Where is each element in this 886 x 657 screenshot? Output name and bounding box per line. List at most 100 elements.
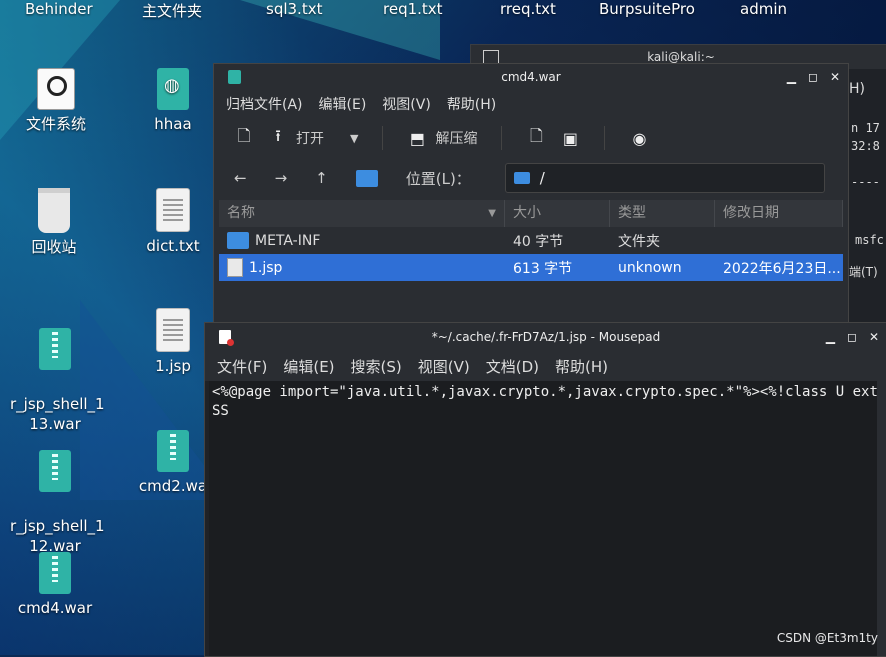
column-date[interactable]: 修改日期: [715, 200, 843, 227]
extract-label: 解压缩: [435, 131, 478, 147]
menu-view[interactable]: 视图(V): [418, 356, 470, 377]
add-folder-icon[interactable]: ▣: [560, 129, 580, 148]
location-bar: ← → ↑ 位置(L)： /: [214, 158, 848, 198]
mousepad-title: *~/.cache/.fr-FrD7Az/1.jsp - Mousepad: [431, 330, 661, 344]
mousepad-window[interactable]: *~/.cache/.fr-FrD7Az/1.jsp - Mousepad ▁ …: [204, 322, 886, 657]
mousepad-menubar: 文件(F) 编辑(E) 搜索(S) 视图(V) 文档(D) 帮助(H): [205, 351, 886, 381]
extract-icon: ⬒: [409, 128, 426, 148]
location-field[interactable]: /: [504, 163, 825, 193]
file-list: 名称 ▼ 大小 类型 修改日期 META-INF 40 字节 文件夹 1.jsp …: [219, 200, 843, 281]
desktop-label-behinder[interactable]: Behinder: [25, 0, 93, 18]
menu-file[interactable]: 文件(F): [217, 356, 267, 377]
minimize-icon[interactable]: ▁: [826, 323, 835, 351]
icon-label: dict.txt: [146, 237, 200, 255]
archive-toolbar: 🗋 ⭱ 打开 ▼ ⬒ 解压缩 🗋 ▣ ◉: [214, 118, 848, 158]
file-list-header: 名称 ▼ 大小 类型 修改日期: [219, 200, 843, 227]
menu-edit[interactable]: 编辑(E): [319, 94, 367, 114]
menu-search[interactable]: 搜索(S): [351, 356, 402, 377]
desktop-icon-hhaa[interactable]: hhaa: [128, 68, 218, 134]
upload-icon: ⭱: [275, 125, 281, 145]
watermark: CSDN @Et3m1ty: [776, 631, 878, 645]
column-size[interactable]: 大小: [505, 200, 610, 227]
zip-icon: [157, 430, 189, 472]
icon-label: cmd4.war: [17, 599, 93, 617]
text-file-icon: [156, 188, 190, 232]
file-row-selected[interactable]: 1.jsp 613 字节 unknown 2022年6月23日...: [219, 254, 843, 281]
back-arrow-icon[interactable]: ←: [234, 169, 247, 187]
archive-menubar: 归档文件(A) 编辑(E) 视图(V) 帮助(H): [214, 90, 848, 118]
extract-button[interactable]: ⬒ 解压缩: [407, 128, 478, 148]
desktop-label-admin[interactable]: admin: [740, 0, 787, 18]
mousepad-app-icon: [219, 330, 234, 346]
open-button[interactable]: ⭱ 打开 ▼: [268, 125, 358, 152]
editor-textarea[interactable]: <%@page import="java.util.*,javax.crypto…: [209, 381, 877, 656]
desktop-label-home[interactable]: 主文件夹: [142, 0, 202, 21]
maximize-icon[interactable]: ◻: [808, 64, 818, 90]
menu-help[interactable]: 帮助(H): [447, 94, 496, 114]
terminal-text: n 17: [851, 121, 880, 135]
icon-label: 回收站: [31, 238, 77, 256]
menu-document[interactable]: 文档(D): [486, 356, 539, 377]
menu-help[interactable]: 帮助(H): [555, 356, 608, 377]
toolbar-separator: [604, 126, 606, 150]
file-row[interactable]: META-INF 40 字节 文件夹: [219, 227, 843, 254]
icon-label: r_jsp_shell_1 13.war: [10, 395, 105, 433]
maximize-icon[interactable]: ◻: [847, 323, 857, 351]
icon-label: hhaa: [154, 115, 192, 133]
document-icon: [227, 258, 243, 277]
desktop-label-burpsuite[interactable]: BurpsuitePro: [599, 0, 695, 18]
minimize-icon[interactable]: ▁: [787, 64, 796, 90]
archive-manager-window[interactable]: cmd4.war ▁ ◻ ✕ 归档文件(A) 编辑(E) 视图(V) 帮助(H)…: [213, 63, 849, 365]
folder-icon: [227, 232, 249, 249]
desktop-icon-filesystem[interactable]: 文件系统: [11, 68, 101, 134]
menu-archive[interactable]: 归档文件(A): [226, 94, 303, 114]
archive-title: cmd4.war: [501, 70, 561, 84]
terminal-text: msfc: [855, 233, 884, 247]
toolbar-separator: [382, 126, 384, 150]
menu-edit[interactable]: 编辑(E): [283, 356, 334, 377]
close-icon[interactable]: ✕: [830, 64, 840, 90]
desktop-icon-cmd4[interactable]: cmd4.war: [10, 552, 100, 618]
terminal-text: H): [849, 81, 865, 97]
mousepad-titlebar[interactable]: *~/.cache/.fr-FrD7Az/1.jsp - Mousepad ▁ …: [205, 323, 886, 351]
editor-scrollbar[interactable]: [877, 381, 886, 656]
sort-down-icon: ▼: [488, 208, 496, 219]
drive-icon: [37, 68, 75, 110]
file-size: 613 字节: [513, 260, 573, 277]
zip-icon: [39, 450, 71, 492]
open-label: 打开: [296, 131, 324, 147]
zip-icon: [39, 328, 71, 370]
location-value: /: [539, 169, 545, 187]
toolbar-separator: [501, 126, 503, 150]
zip-icon: [39, 552, 71, 594]
file-name: META-INF: [255, 232, 321, 249]
terminal-icon: [483, 50, 499, 64]
archive-app-icon: [228, 70, 241, 84]
desktop-label-sql3[interactable]: sql3.txt: [266, 0, 322, 18]
forward-arrow-icon[interactable]: →: [275, 169, 288, 187]
desktop-icon-dict[interactable]: dict.txt: [128, 188, 218, 256]
column-name[interactable]: 名称 ▼: [219, 200, 505, 227]
chevron-down-icon[interactable]: ▼: [350, 132, 358, 145]
desktop-label-req1[interactable]: req1.txt: [383, 0, 443, 18]
desktop-icon-trash[interactable]: 回收站: [9, 188, 99, 257]
menu-view[interactable]: 视图(V): [382, 94, 431, 114]
home-folder-icon[interactable]: [355, 169, 378, 187]
folder-icon: [513, 172, 530, 184]
text-file-icon: [156, 308, 190, 352]
terminal-title: kali@kali:~: [647, 50, 715, 64]
icon-label: 文件系统: [25, 115, 86, 133]
terminal-text: ----: [851, 175, 880, 189]
close-icon[interactable]: ✕: [869, 323, 879, 351]
file-name: 1.jsp: [249, 259, 283, 276]
stop-icon[interactable]: ◉: [629, 129, 649, 148]
column-type[interactable]: 类型: [610, 200, 715, 227]
add-file-icon[interactable]: 🗋: [526, 125, 546, 152]
desktop-label-rreq[interactable]: rreq.txt: [500, 0, 556, 18]
column-name-label: 名称: [227, 205, 255, 221]
up-arrow-icon[interactable]: ↑: [315, 169, 328, 187]
terminal-text: 端(T): [849, 265, 878, 279]
new-archive-icon[interactable]: 🗋: [234, 125, 254, 152]
trash-icon: [38, 188, 70, 233]
archive-titlebar[interactable]: cmd4.war ▁ ◻ ✕: [214, 64, 848, 90]
